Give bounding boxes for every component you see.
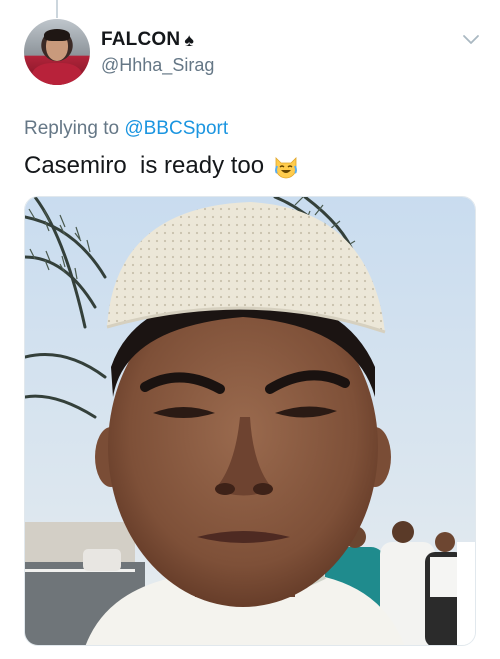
tweet-text: Casemiro is ready too [24, 152, 300, 180]
display-name[interactable]: FALCON ♠ [101, 29, 194, 51]
avatar-shirt [32, 63, 82, 85]
spade-icon: ♠ [184, 30, 195, 50]
joy-cat-emoji-icon [275, 157, 298, 179]
tweet-photo[interactable] [24, 196, 476, 646]
avatar-hair [44, 29, 70, 41]
display-name-text: FALCON [101, 29, 181, 50]
reply-mention-link[interactable]: @BBCSport [124, 118, 228, 139]
replying-to: Replying to @BBCSport [24, 118, 228, 140]
chevron-down-icon[interactable] [461, 33, 481, 47]
thread-connector [56, 0, 58, 18]
tweet-body: Casemiro is ready too [24, 152, 265, 179]
tweet: FALCON ♠ @Hhha_Sirag Replying to @BBCSpo… [0, 0, 500, 659]
replying-prefix: Replying to [24, 118, 120, 139]
selfie-photo [25, 197, 475, 645]
avatar[interactable] [24, 19, 90, 85]
user-handle[interactable]: @Hhha_Sirag [101, 55, 214, 76]
